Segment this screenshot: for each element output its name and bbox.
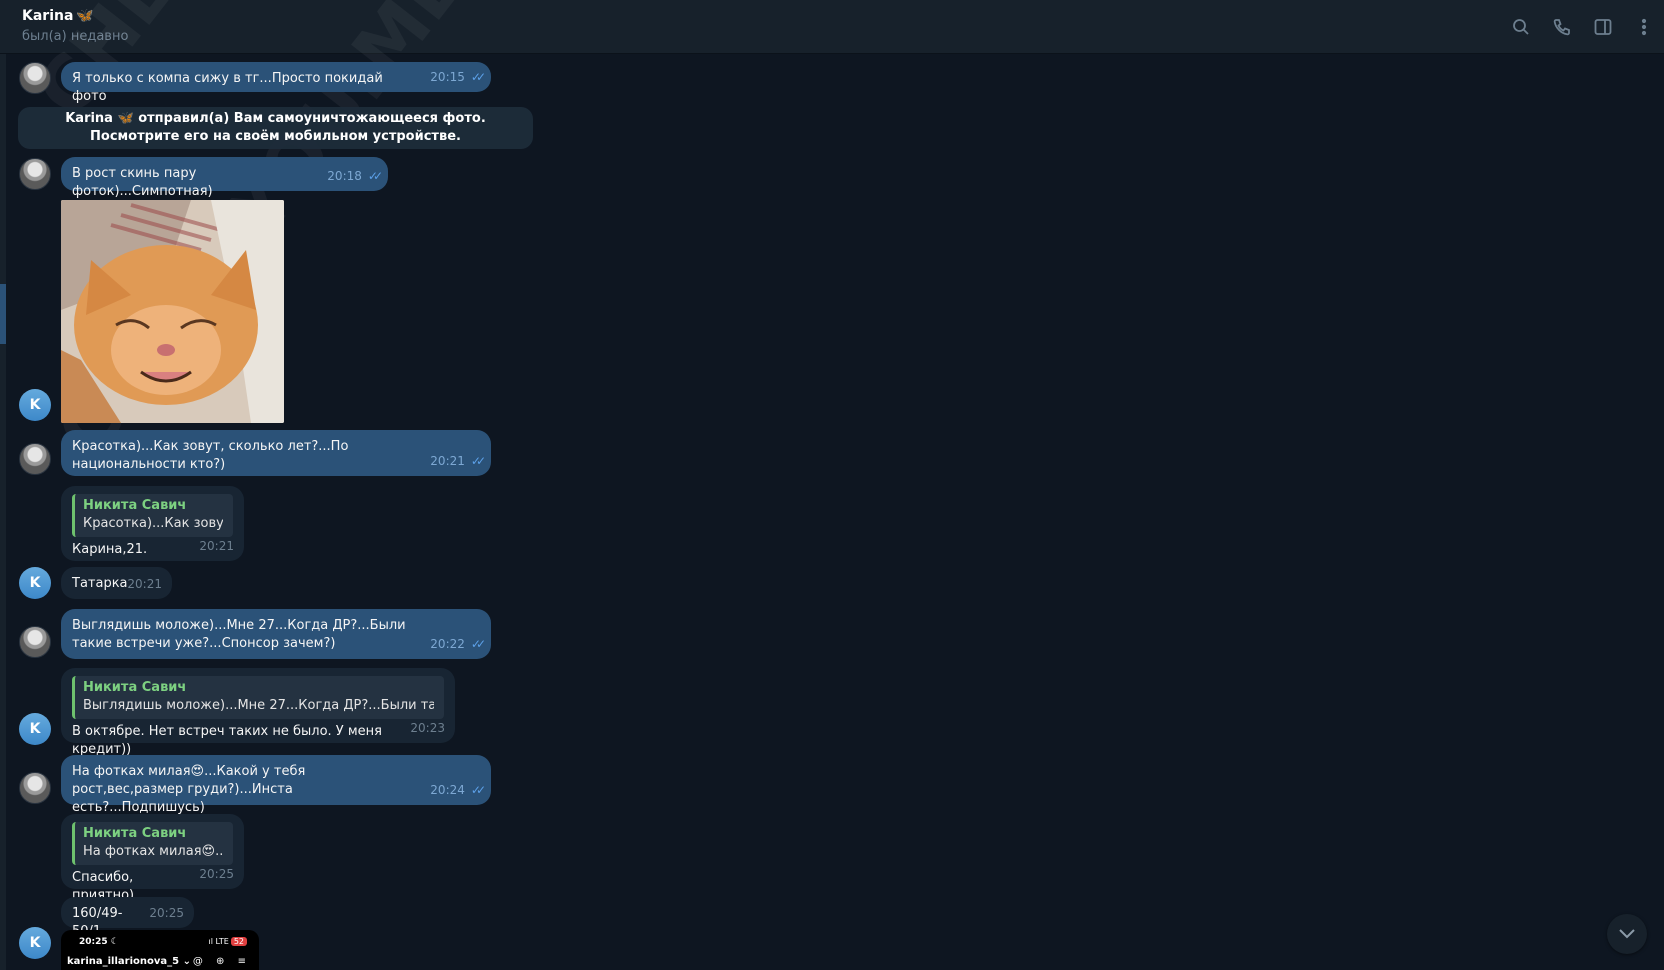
- incoming-message[interactable]: 160/49-50/1 20:25: [61, 897, 194, 939]
- message-time: 20:22: [430, 637, 465, 651]
- message-meta: 20:15 ✓✓: [430, 68, 486, 86]
- more-vertical-icon[interactable]: [1632, 15, 1656, 39]
- contact-avatar[interactable]: K: [19, 713, 51, 745]
- incoming-message[interactable]: Никита Савич Красотка)...Как зовут, ... …: [61, 486, 244, 561]
- screenshot-status-bar: ıl LTE 52: [209, 937, 247, 946]
- outgoing-message[interactable]: Выглядишь моложе)...Мне 27...Когда ДР?..…: [61, 609, 491, 659]
- service-sender: Karina: [65, 111, 113, 126]
- read-check-icon: ✓✓: [470, 783, 486, 797]
- reply-quote[interactable]: Никита Савич Красотка)...Как зовут, ...: [72, 494, 233, 537]
- message-time: 20:25: [149, 906, 184, 920]
- message-time: 20:15: [430, 70, 465, 84]
- battery-icon: 52: [230, 937, 247, 946]
- read-check-icon: ✓✓: [470, 70, 486, 84]
- screenshot-action-icons: @ ⊕ ≡: [192, 956, 251, 967]
- screenshot-username: karina_illarionova_5 ⌄: [67, 956, 191, 967]
- outgoing-message[interactable]: Красотка)...Как зовут, сколько лет?...По…: [61, 430, 491, 476]
- outgoing-message[interactable]: В рост скинь пару фоток)...Симпотная) 20…: [61, 157, 388, 199]
- message-time: 20:18: [327, 169, 362, 183]
- message-meta: 20:18 ✓✓: [327, 167, 383, 185]
- reply-text: Красотка)...Как зовут, ...: [83, 516, 223, 531]
- sender-avatar[interactable]: [19, 158, 51, 190]
- moon-icon: ☾: [110, 937, 119, 947]
- reply-text-part: ......: [215, 844, 223, 859]
- contact-name: Karina: [22, 8, 74, 24]
- contact-avatar[interactable]: K: [19, 567, 51, 599]
- sender-avatar[interactable]: [19, 772, 51, 804]
- sender-avatar[interactable]: [19, 626, 51, 658]
- read-check-icon: ✓✓: [367, 169, 383, 183]
- message-time: 20:21: [199, 539, 234, 553]
- signal-icon: ıl: [208, 937, 213, 946]
- chat-header: Karina 🦋 был(а) недавно: [0, 0, 1664, 54]
- message-time: 20:21: [430, 454, 465, 468]
- sender-avatar[interactable]: [19, 443, 51, 475]
- message-meta: 20:22 ✓✓: [430, 635, 486, 653]
- scroll-to-bottom-button[interactable]: [1607, 914, 1647, 954]
- reply-author: Никита Савич: [83, 826, 187, 841]
- message-meta: 20:24 ✓✓: [430, 781, 486, 799]
- read-check-icon: ✓✓: [470, 637, 486, 651]
- message-meta: 20:21 ✓✓: [430, 452, 486, 470]
- cat-photo[interactable]: [61, 200, 284, 423]
- reply-text: Выглядишь моложе)...Мне 27...Когда ДР?..…: [83, 698, 434, 713]
- reply-author: Никита Савич: [83, 680, 187, 695]
- butterfly-emoji-icon: 🦋: [117, 111, 134, 126]
- reply-text-part: На фотках милая: [83, 844, 202, 859]
- message-text: Я только с компа сижу в тг...Просто поки…: [72, 71, 383, 104]
- contact-avatar[interactable]: K: [19, 389, 51, 421]
- butterfly-emoji-icon: 🦋: [76, 8, 94, 24]
- service-text: отправил(а) Вам самоуничтожающееся фото.…: [90, 111, 486, 144]
- incoming-message[interactable]: Никита Савич На фотках милая😍...... Спас…: [61, 814, 244, 903]
- reply-text: На фотках милая😍......: [83, 843, 223, 861]
- message-meta: 20:25: [149, 904, 184, 922]
- message-time: 20:24: [430, 783, 465, 797]
- message-meta: 20:23: [410, 719, 445, 737]
- heart-eyes-emoji-icon: 😍: [201, 844, 216, 859]
- message-meta: 20:25: [199, 865, 234, 883]
- chat-list-edge: [0, 54, 6, 970]
- message-meta: 20:21: [199, 537, 234, 555]
- contact-avatar[interactable]: K: [19, 927, 51, 959]
- message-text: В октябре. Нет встреч таких не было. У м…: [72, 724, 382, 757]
- message-time: 20:25: [199, 867, 234, 881]
- message-text: Выглядишь моложе)...Мне 27...Когда ДР?..…: [72, 618, 406, 651]
- sidebar-toggle-icon[interactable]: [1591, 15, 1615, 39]
- message-time: 20:21: [127, 577, 162, 591]
- contact-status: был(а) недавно: [22, 29, 129, 44]
- active-chat-marker: [0, 284, 6, 344]
- read-check-icon: ✓✓: [470, 454, 486, 468]
- outgoing-message[interactable]: На фотках милая😍...Какой у тебя рост,вес…: [61, 755, 491, 815]
- message-text-part: На фотках милая: [72, 764, 191, 779]
- reply-quote[interactable]: Никита Савич Выглядишь моложе)...Мне 27.…: [72, 676, 444, 719]
- outgoing-message[interactable]: Я только с компа сижу в тг...Просто поки…: [61, 62, 491, 104]
- search-icon[interactable]: [1509, 15, 1533, 39]
- incoming-message[interactable]: Татарка 20:21: [61, 567, 172, 599]
- incoming-message[interactable]: Никита Савич Выглядишь моложе)...Мне 27.…: [61, 668, 455, 757]
- message-time: 20:23: [410, 721, 445, 735]
- reply-quote[interactable]: Никита Савич На фотках милая😍......: [72, 822, 233, 865]
- message-text: Красотка)...Как зовут, сколько лет?...По…: [72, 439, 349, 472]
- self-destruct-photo-notice: Karina 🦋 отправил(а) Вам самоуничтожающе…: [18, 107, 533, 149]
- screenshot-clock: 20:25 ☾: [79, 937, 119, 947]
- message-meta: 20:21: [127, 575, 162, 593]
- reply-author: Никита Савич: [83, 498, 187, 513]
- header-actions: [1509, 15, 1656, 39]
- sender-avatar[interactable]: [19, 62, 51, 94]
- heart-eyes-emoji-icon: 😍: [190, 764, 205, 779]
- instagram-screenshot-image[interactable]: 20:25 ☾ ıl LTE 52 karina_illarionova_5 ⌄ …: [61, 930, 259, 970]
- chat-title[interactable]: Karina 🦋: [22, 8, 94, 24]
- cat-photo-image: [61, 200, 284, 423]
- chevron-down-icon: [1619, 929, 1635, 939]
- phone-icon[interactable]: [1550, 15, 1574, 39]
- chevron-down-icon: ⌄: [182, 956, 191, 967]
- message-text: На фотках милая😍...Какой у тебя рост,вес…: [72, 763, 480, 817]
